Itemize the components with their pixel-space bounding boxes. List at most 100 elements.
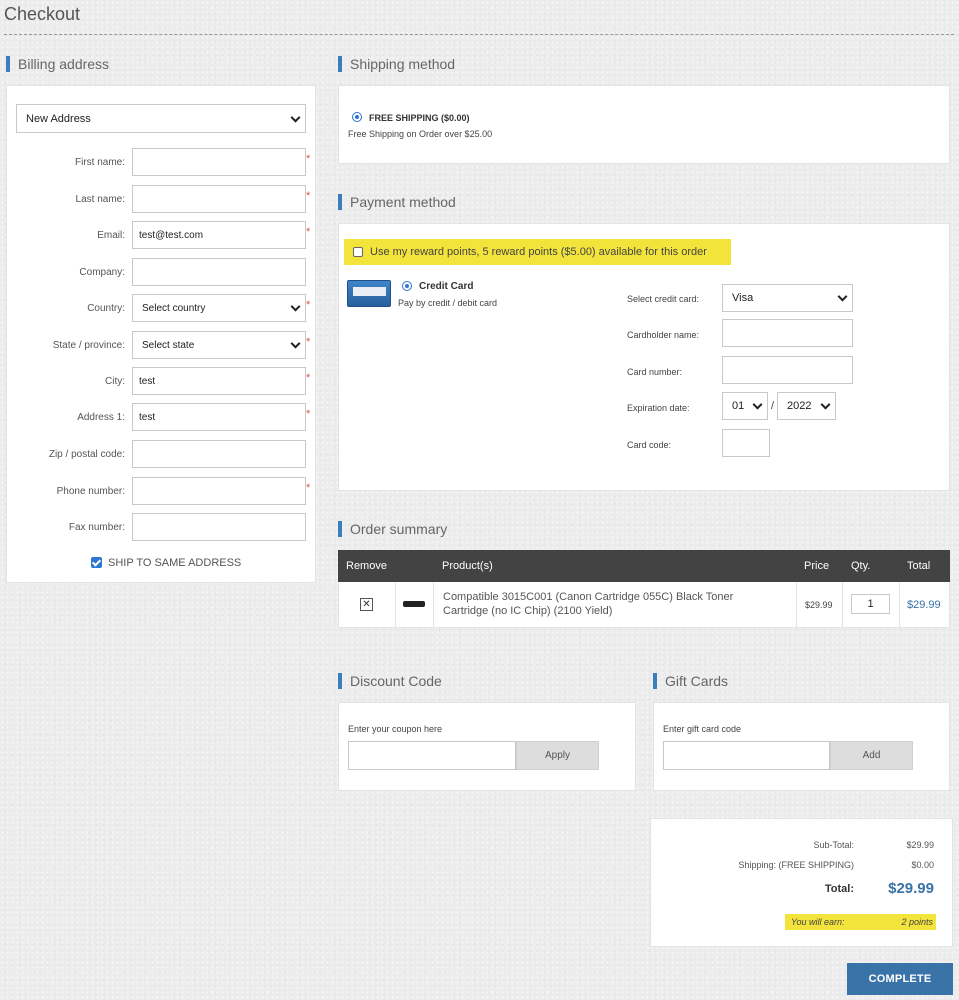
zip-field[interactable] [132, 440, 306, 468]
col-price: Price [804, 560, 830, 572]
address-select-value: New Address [26, 112, 91, 125]
card-number-field[interactable] [722, 356, 853, 384]
shipping-panel: FREE SHIPPING ($0.00) Free Shipping on O… [338, 85, 950, 164]
ship-same-checkbox-row[interactable]: SHIP TO SAME ADDRESS [91, 556, 291, 570]
last-name-row: Last name: * [7, 185, 317, 213]
cell-divider [899, 582, 900, 627]
last-name-field[interactable] [132, 185, 306, 213]
cell-divider [433, 582, 434, 627]
shipping-total-label: Shipping: (FREE SHIPPING) [738, 860, 854, 870]
card-type-value: Visa [732, 292, 754, 304]
gift-card-input[interactable] [663, 741, 830, 770]
chevron-down-icon [837, 291, 848, 302]
card-code-field[interactable] [722, 429, 770, 457]
discount-panel: Enter your coupon here Apply [338, 702, 636, 791]
email-row: Email: test@test.com * [7, 221, 317, 249]
exp-year-select[interactable]: 2022 [777, 392, 836, 420]
reward-points-option[interactable]: Use my reward points, 5 reward points ($… [344, 239, 731, 265]
cardholder-field[interactable] [722, 319, 853, 347]
credit-card-icon [347, 280, 391, 307]
ship-same-checkbox[interactable] [91, 557, 102, 568]
title-divider [4, 34, 954, 35]
free-shipping-radio[interactable] [352, 112, 362, 122]
zip-row: Zip / postal code: [7, 440, 317, 468]
table-row: ✕ Compatible 3015C001 (Canon Cartridge 0… [338, 582, 950, 628]
phone-row: Phone number: * [7, 477, 317, 505]
country-select[interactable]: Select country [132, 294, 306, 322]
company-row: Company: [7, 258, 317, 286]
company-field[interactable] [132, 258, 306, 286]
payment-heading: Payment method [338, 194, 456, 210]
country-select-value: Select country [142, 302, 206, 314]
product-price: $29.99 [805, 600, 833, 610]
free-shipping-desc: Free Shipping on Order over $25.00 [348, 129, 493, 139]
credit-card-desc: Pay by credit / debit card [398, 298, 498, 308]
card-type-select[interactable]: Visa [722, 284, 853, 312]
phone-field[interactable] [132, 477, 306, 505]
complete-button[interactable]: COMPLETE [847, 963, 953, 995]
expiration-label: Expiration date: [627, 403, 690, 413]
billing-heading: Billing address [6, 56, 109, 72]
reward-points-checkbox[interactable] [353, 247, 363, 257]
coupon-label: Enter your coupon here [348, 724, 443, 734]
email-field[interactable]: test@test.com [132, 221, 306, 249]
exp-separator: / [771, 400, 775, 412]
exp-month-value: 01 [732, 400, 745, 412]
city-label: City: [105, 376, 125, 387]
address1-label: Address 1: [77, 412, 125, 423]
toner-cartridge-thumbnail[interactable] [403, 601, 425, 607]
discount-heading: Discount Code [338, 673, 442, 689]
address-select[interactable]: New Address [16, 104, 306, 133]
email-label: Email: [97, 230, 125, 241]
order-summary-heading: Order summary [338, 521, 447, 537]
col-total: Total [907, 560, 931, 572]
credit-card-radio[interactable] [402, 281, 412, 291]
shipping-heading: Shipping method [338, 56, 455, 72]
earn-label: You will earn: [791, 917, 845, 927]
company-label: Company: [79, 267, 125, 278]
state-select[interactable]: Select state [132, 331, 306, 359]
required-marker: * [306, 372, 311, 384]
city-field[interactable]: test [132, 367, 306, 395]
phone-label: Phone number: [56, 486, 125, 497]
payment-panel: Use my reward points, 5 reward points ($… [338, 223, 950, 491]
col-remove: Remove [346, 560, 387, 572]
earn-value: 2 points [901, 917, 933, 927]
remove-checkbox[interactable]: ✕ [360, 598, 373, 611]
order-table-header: Remove Product(s) Price Qty. Total [338, 550, 950, 582]
page-title: Checkout [4, 4, 81, 24]
chevron-down-icon [290, 112, 301, 123]
first-name-row: First name: * [7, 148, 317, 176]
add-gift-card-button[interactable]: Add [830, 741, 913, 770]
apply-coupon-button[interactable]: Apply [516, 741, 599, 770]
zip-label: Zip / postal code: [48, 449, 125, 460]
product-name[interactable]: Compatible 3015C001 (Canon Cartridge 055… [443, 590, 763, 618]
card-type-label: Select credit card: [627, 294, 700, 304]
cell-divider [395, 582, 396, 627]
chevron-down-icon [290, 301, 301, 312]
country-row: Country: Select country * [7, 294, 317, 322]
address1-row: Address 1: test * [7, 403, 317, 431]
state-select-value: Select state [142, 339, 195, 351]
ship-same-label: SHIP TO SAME ADDRESS [108, 557, 242, 569]
fax-label: Fax number: [68, 522, 125, 533]
order-total-label: Total: [824, 883, 854, 895]
country-label: Country: [87, 303, 125, 314]
totals-panel: Sub-Total: $29.99 Shipping: (FREE SHIPPI… [650, 818, 953, 947]
first-name-field[interactable] [132, 148, 306, 176]
coupon-input[interactable] [348, 741, 516, 770]
gift-card-label: Enter gift card code [663, 724, 742, 734]
reward-earn-badge: You will earn: 2 points [785, 914, 936, 930]
subtotal-value: $29.99 [906, 840, 934, 850]
quantity-input[interactable]: 1 [851, 594, 890, 614]
fax-field[interactable] [132, 513, 306, 541]
exp-month-select[interactable]: 01 [722, 392, 768, 420]
shipping-total-value: $0.00 [911, 860, 934, 870]
card-number-label: Card number: [627, 367, 683, 377]
reward-points-label: Use my reward points, 5 reward points ($… [370, 246, 707, 258]
required-marker: * [306, 190, 311, 202]
free-shipping-label: FREE SHIPPING ($0.00) [369, 113, 470, 123]
subtotal-label: Sub-Total: [813, 840, 854, 850]
address1-field[interactable]: test [132, 403, 306, 431]
required-marker: * [306, 482, 311, 494]
